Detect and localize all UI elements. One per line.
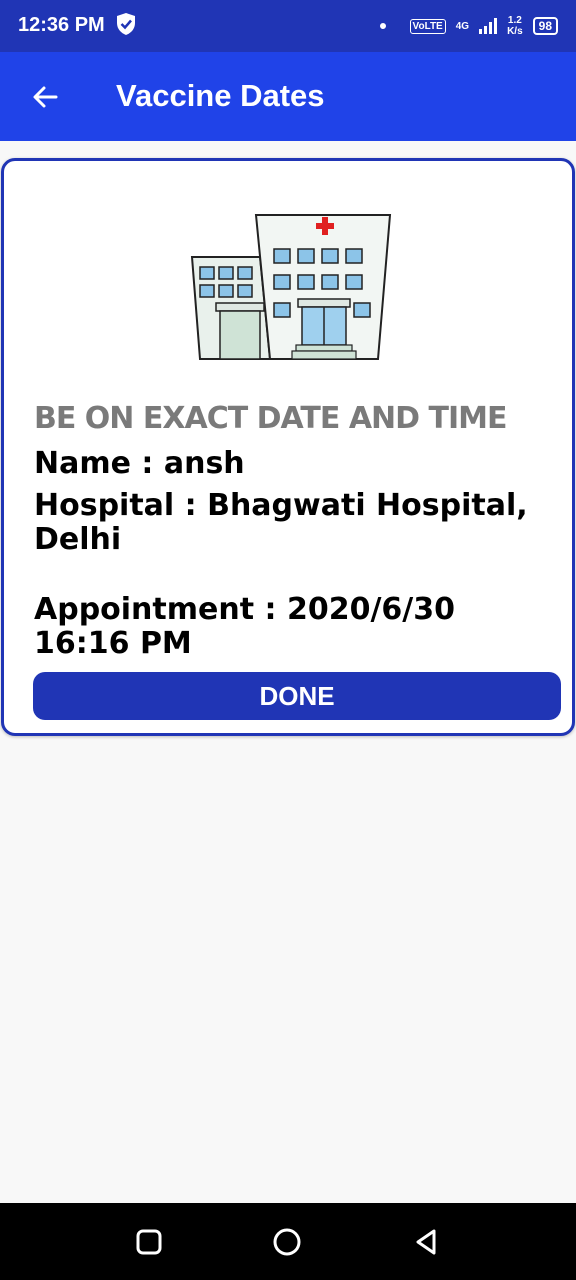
speed-value: 1.2 xyxy=(507,15,522,26)
signal-icon xyxy=(479,18,498,34)
status-time: 12:36 PM xyxy=(18,14,105,36)
shield-icon xyxy=(117,13,135,35)
status-bar: 12:36 PM VoLTE 4G 1.2 K/s 98 xyxy=(0,0,576,52)
circle-home-icon[interactable] xyxy=(272,1227,302,1257)
patient-name: Name : ansh xyxy=(34,446,245,481)
done-button[interactable]: DONE xyxy=(33,672,561,720)
appointment-datetime: Appointment : 2020/6/30 16:16 PM xyxy=(34,592,455,661)
speed-unit: K/s xyxy=(507,26,523,37)
app-bar: Vaccine Dates xyxy=(0,52,576,141)
square-recent-icon[interactable] xyxy=(134,1227,164,1257)
dot-icon xyxy=(379,23,386,29)
network-gen: 4G xyxy=(455,20,470,32)
system-nav-bar xyxy=(0,1203,576,1280)
instruction-text: BE ON EXACT DATE AND TIME xyxy=(34,401,507,436)
arrow-left-icon[interactable] xyxy=(30,82,60,112)
network-speed: 1.2 K/s xyxy=(507,15,523,37)
status-indicators: VoLTE 4G 1.2 K/s 98 xyxy=(379,11,558,41)
triangle-back-icon[interactable] xyxy=(412,1227,442,1257)
volte-badge: VoLTE xyxy=(409,18,446,34)
hospital-name: Hospital : Bhagwati Hospital, Delhi xyxy=(34,488,528,557)
hospital-building-icon xyxy=(190,214,392,360)
page-title: Vaccine Dates xyxy=(116,78,325,113)
vaccine-date-card: BE ON EXACT DATE AND TIME Name : ansh Ho… xyxy=(1,158,575,736)
battery-icon: 98 xyxy=(532,17,558,35)
